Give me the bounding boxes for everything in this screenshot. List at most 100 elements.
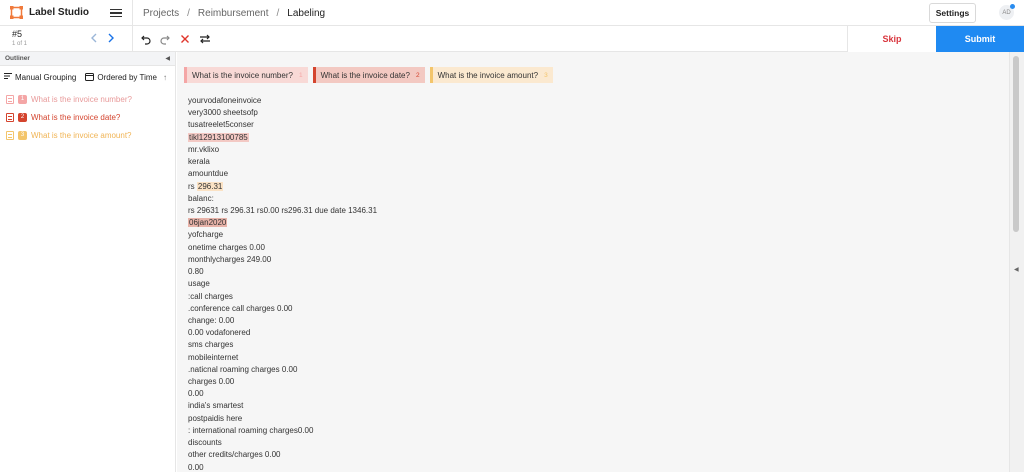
text-region-icon xyxy=(6,130,14,140)
region-item[interactable]: 2 What is the invoice date? xyxy=(0,108,175,126)
breadcrumb-project[interactable]: Reimbursement xyxy=(198,8,269,19)
label-studio-logo-icon xyxy=(10,6,23,19)
text-line: amountdue xyxy=(188,168,988,180)
line-text: discounts xyxy=(188,438,222,448)
label-chip[interactable]: What is the invoice number? 1 xyxy=(184,67,308,83)
region-list: 1 What is the invoice number? 2 What is the… xyxy=(0,88,175,144)
redo-icon[interactable] xyxy=(159,33,171,45)
line-text: .conference call charges 0.00 xyxy=(188,303,293,313)
task-info: #5 1 of 1 xyxy=(12,29,27,49)
text-line: monthlycharges 249.00 xyxy=(188,254,988,266)
text-line: 0.00 xyxy=(188,388,988,400)
highlighted-region[interactable]: 296.31 xyxy=(196,181,224,191)
scrollbar[interactable] xyxy=(1009,52,1024,472)
breadcrumb-separator: / xyxy=(276,7,280,19)
text-line: yourvodafoneinvoice xyxy=(188,95,988,107)
undo-icon[interactable] xyxy=(140,33,152,45)
top-bar: Label Studio Projects / Reimbursement / … xyxy=(0,0,1024,26)
skip-button[interactable]: Skip xyxy=(847,26,936,52)
label-chip[interactable]: What is the invoice date? 2 xyxy=(312,67,425,83)
region-label: What is the invoice number? xyxy=(31,94,132,104)
line-text: usage xyxy=(188,279,210,289)
line-text: balanc: xyxy=(188,193,214,203)
outliner-controls: Manual Grouping Ordered by Time ↑ xyxy=(0,66,175,88)
region-index-badge: 2 xyxy=(18,112,27,122)
ordering-selector[interactable]: Ordered by Time xyxy=(85,72,157,83)
line-text: rs xyxy=(188,181,197,191)
outliner-title: Outliner xyxy=(5,55,30,62)
region-label: What is the invoice amount? xyxy=(31,130,132,140)
text-line: tusatreelet5conser xyxy=(188,119,988,131)
line-text: : international roaming charges0.00 xyxy=(188,425,314,435)
document-text[interactable]: yourvodafoneinvoice very3000 sheetsofp tus… xyxy=(188,95,988,472)
settings-button[interactable]: Settings xyxy=(929,3,976,23)
text-line: very3000 sheetsofp xyxy=(188,107,988,119)
divider xyxy=(132,0,133,26)
text-line: :call charges xyxy=(188,291,988,303)
grouping-label: Manual Grouping xyxy=(15,72,77,82)
line-text: .naticnal roaming charges 0.00 xyxy=(188,364,298,374)
line-text: 0.00 xyxy=(188,462,204,472)
label-chip[interactable]: What is the invoice amount? 3 xyxy=(429,67,553,83)
breadcrumb-separator: / xyxy=(187,7,190,19)
notification-dot-icon xyxy=(1010,4,1015,9)
outliner-panel: Outliner ◀ Manual Grouping Ordered by Ti… xyxy=(0,52,176,472)
line-text: 0.80 xyxy=(188,267,204,277)
text-line: 0.00 vodafonered xyxy=(188,327,988,339)
task-id: #5 xyxy=(12,29,23,39)
line-text: 0.00 xyxy=(188,389,204,399)
text-line: balanc: xyxy=(188,193,988,205)
text-line: 06jan2020 xyxy=(188,217,988,229)
text-region-icon xyxy=(6,112,14,122)
region-item[interactable]: 3 What is the invoice amount? xyxy=(0,126,175,144)
region-index-badge: 1 xyxy=(18,94,27,104)
text-line: kerala xyxy=(188,156,988,168)
text-line: mobileinternet xyxy=(188,352,988,364)
text-line: rs 29631 rs 296.31 rs0.00 rs296.31 due d… xyxy=(188,205,988,217)
menu-icon[interactable] xyxy=(110,6,124,20)
line-text: charges 0.00 xyxy=(188,377,235,387)
highlighted-region[interactable]: 06jan2020 xyxy=(188,218,228,228)
calendar-icon xyxy=(85,72,95,83)
text-line: india's smartest xyxy=(188,400,988,412)
region-index-badge: 3 xyxy=(18,130,27,140)
line-text: onetime charges 0.00 xyxy=(188,242,265,252)
collapse-left-icon[interactable]: ◀ xyxy=(165,55,170,62)
line-text: amountdue xyxy=(188,169,229,179)
label-text: What is the invoice date? xyxy=(320,70,410,80)
breadcrumb-projects[interactable]: Projects xyxy=(143,8,179,19)
ordering-label: Ordered by Time xyxy=(97,72,157,82)
submit-button[interactable]: Submit xyxy=(936,26,1024,52)
text-line: rs 296.31 xyxy=(188,181,988,193)
chevron-right-icon[interactable] xyxy=(106,32,118,46)
scrollbar-thumb[interactable] xyxy=(1013,56,1019,232)
line-text: yofcharge xyxy=(188,230,224,240)
text-region-icon xyxy=(6,94,14,104)
text-line: other credits/charges 0.00 xyxy=(188,449,988,461)
line-text: mobileinternet xyxy=(188,352,239,362)
breadcrumb-labeling: Labeling xyxy=(287,7,326,19)
label-text: What is the invoice number? xyxy=(192,70,293,80)
labeling-area: What is the invoice number? 1 What is the … xyxy=(177,52,1009,472)
region-item[interactable]: 1 What is the invoice number? xyxy=(0,90,175,108)
highlighted-region[interactable]: tikl12913100785 xyxy=(188,132,249,142)
text-line: yofcharge xyxy=(188,229,988,241)
breadcrumb: Projects / Reimbursement / Labeling xyxy=(143,0,325,26)
chevron-left-icon[interactable] xyxy=(89,32,101,46)
outliner-header: Outliner ◀ xyxy=(0,52,175,66)
line-text: kerala xyxy=(188,157,210,167)
swap-icon[interactable] xyxy=(199,33,211,45)
label-hotkey: 1 xyxy=(298,71,303,79)
label-hotkey: 2 xyxy=(415,71,420,79)
sort-direction-icon[interactable]: ↑ xyxy=(163,73,167,82)
list-icon xyxy=(4,72,12,82)
text-line: 0.80 xyxy=(188,266,988,278)
divider xyxy=(132,26,133,52)
text-line: mr.vklixo xyxy=(188,144,988,156)
line-text: other credits/charges 0.00 xyxy=(188,450,281,460)
collapse-right-icon[interactable]: ◀ xyxy=(1014,266,1019,273)
app-name: Label Studio xyxy=(29,7,89,18)
line-text: change: 0.00 xyxy=(188,315,235,325)
close-icon[interactable] xyxy=(179,33,191,45)
grouping-selector[interactable]: Manual Grouping xyxy=(4,72,76,82)
